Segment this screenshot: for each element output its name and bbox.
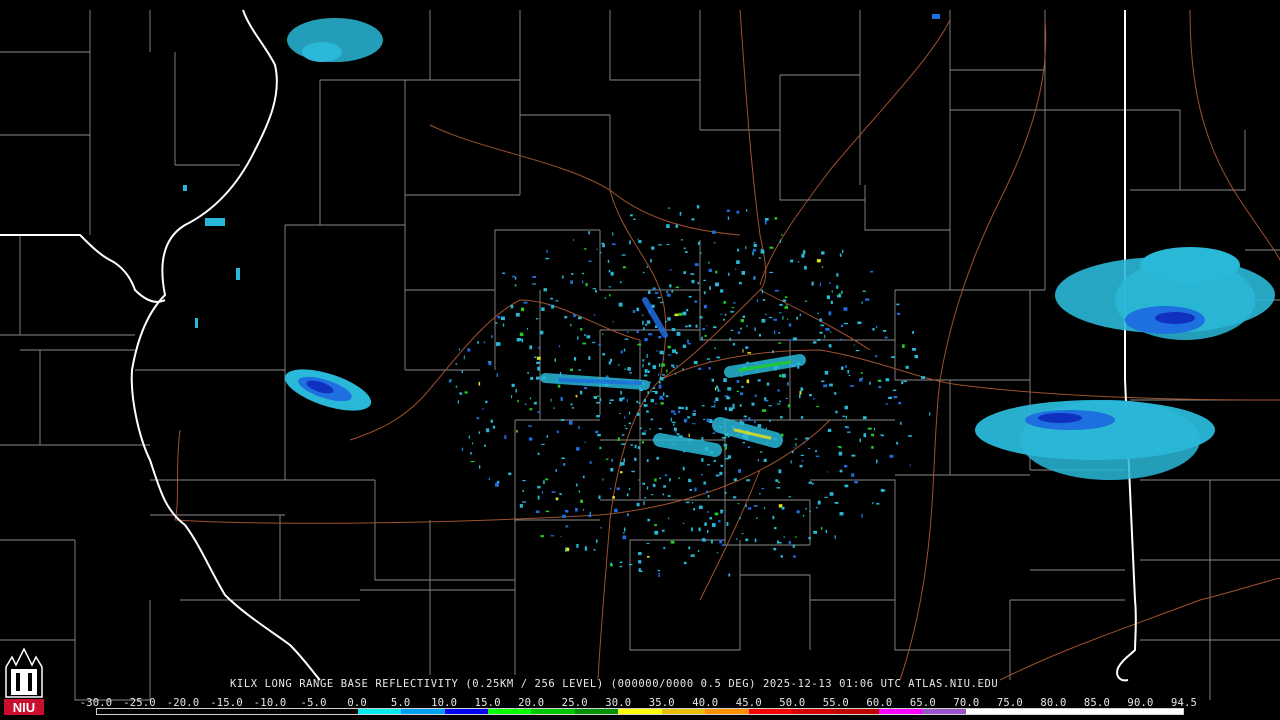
colorbar-segment bbox=[487, 709, 532, 714]
colorbar-segment bbox=[1052, 709, 1097, 714]
colorbar-segment bbox=[922, 709, 966, 714]
colorbar-segment bbox=[1139, 709, 1183, 714]
colorbar-segment bbox=[270, 709, 315, 714]
reflectivity-colorbar bbox=[96, 708, 1184, 715]
colorbar-segment bbox=[574, 709, 619, 714]
colorbar-segment bbox=[661, 709, 706, 714]
radar-map bbox=[0, 0, 1280, 720]
colorbar-segment bbox=[1096, 709, 1140, 714]
logo-text: NIU bbox=[13, 700, 35, 715]
colorbar-segment bbox=[183, 709, 228, 714]
colorbar-segment bbox=[140, 709, 184, 714]
colorbar-segment bbox=[705, 709, 749, 714]
colorbar-segment bbox=[444, 709, 488, 714]
colorbar-segment bbox=[1009, 709, 1053, 714]
product-caption: KILX LONG RANGE BASE REFLECTIVITY (0.25K… bbox=[230, 678, 999, 690]
colorbar-segment bbox=[878, 709, 923, 714]
colorbar-segment bbox=[531, 709, 575, 714]
colorbar-segment bbox=[357, 709, 402, 714]
colorbar-segment bbox=[835, 709, 879, 714]
colorbar-segment bbox=[748, 709, 792, 714]
colorbar-segment bbox=[965, 709, 1010, 714]
colorbar-segment bbox=[618, 709, 662, 714]
colorbar-segment bbox=[401, 709, 445, 714]
colorbar-segment bbox=[314, 709, 358, 714]
niu-logo: NIU bbox=[4, 647, 44, 715]
colorbar-segment bbox=[792, 709, 836, 714]
colorbar-segment bbox=[227, 709, 271, 714]
colorbar-segment bbox=[97, 709, 141, 714]
